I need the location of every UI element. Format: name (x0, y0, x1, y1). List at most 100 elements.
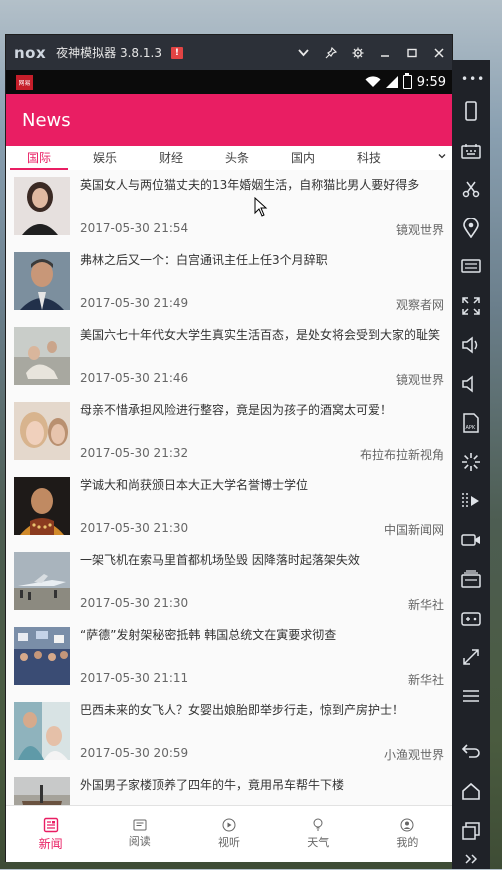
news-source: 镜观世界 (395, 373, 444, 387)
news-source: 镜观世界 (395, 223, 444, 237)
gamepad-icon[interactable] (460, 607, 482, 629)
recent-apps-icon[interactable] (460, 820, 482, 842)
news-thumbnail (14, 402, 70, 460)
resize-icon[interactable] (460, 646, 482, 668)
warning-badge[interactable]: ! (170, 46, 183, 59)
mouse-cursor-icon (254, 197, 268, 217)
list-item[interactable]: 学诚大和尚获颁日本大正大学名誉博士学位 2017-05-30 21:30 中国新… (6, 470, 452, 545)
category-tabs: 国际 娱乐 财经 头条 国内 科技 (6, 146, 452, 171)
news-thumbnail (14, 252, 70, 310)
news-source: 观察者网 (395, 298, 444, 312)
nav-label: 天气 (307, 836, 330, 849)
battery-icon (402, 73, 412, 89)
weather-icon (313, 818, 323, 831)
phone-icon[interactable] (460, 100, 482, 122)
nav-label: 我的 (396, 836, 419, 849)
nav-label: 阅读 (128, 835, 151, 848)
tab-domestic[interactable]: 国内 (270, 146, 336, 170)
play-icon (222, 818, 236, 832)
list-item[interactable]: 美国六七十年代女大学生真实生活百态，是处女将会受到大家的耻笑 2017-05-3… (6, 320, 452, 395)
video-record-icon[interactable] (460, 529, 482, 551)
news-title: 弗林之后又一个：白宫通讯主任上任3个月辞职 (80, 253, 328, 267)
more-icon[interactable]: ••• (461, 72, 485, 86)
close-icon[interactable] (425, 35, 452, 70)
news-thumbnail (14, 627, 70, 685)
profile-icon (400, 818, 414, 832)
loading-icon[interactable] (460, 451, 482, 473)
news-icon (43, 817, 58, 832)
minimize-icon[interactable] (371, 35, 398, 70)
bottom-navigation: 新闻 阅读 视听 天气 我的 (6, 805, 452, 862)
news-thumbnail (14, 177, 70, 235)
wifi-icon (365, 76, 381, 87)
news-title: 巴西未来的女飞人？女婴出娘胎即举步行走，惊到产房护士！ (80, 703, 405, 717)
news-title: 母亲不惜承担风险进行整容，竟是因为孩子的酒窝太可爱！ (80, 403, 393, 417)
volume-down-icon[interactable] (460, 373, 482, 395)
news-thumbnail (14, 327, 70, 385)
svg-text:APK: APK (466, 425, 476, 431)
nox-logo: nox (14, 43, 47, 62)
expand-icon[interactable] (460, 848, 482, 870)
news-time: 2017-05-30 21:49 (80, 296, 189, 310)
pin-icon[interactable] (317, 35, 344, 70)
news-source: 新华社 (407, 673, 444, 687)
nav-video[interactable]: 视听 (184, 806, 273, 862)
news-time: 2017-05-30 21:46 (80, 371, 189, 385)
news-source: 新华社 (407, 598, 444, 612)
nav-news[interactable]: 新闻 (6, 806, 95, 862)
location-icon[interactable] (460, 217, 482, 239)
home-icon[interactable] (460, 780, 482, 802)
news-time: 2017-05-30 21:11 (80, 671, 189, 685)
list-item[interactable]: 英国女人与两位猫丈夫的13年婚姻生活，自称猫比男人要好得多 2017-05-30… (6, 170, 452, 245)
list-item[interactable]: “萨德”发射架秘密抵韩 韩国总统文在寅要求彻查 2017-05-30 21:11… (6, 620, 452, 695)
screen-icon[interactable] (460, 256, 482, 278)
macro-icon[interactable] (460, 490, 482, 512)
menu-icon[interactable] (460, 685, 482, 707)
scissors-icon[interactable] (460, 178, 482, 200)
chevron-down-icon[interactable] (290, 35, 317, 70)
tab-technology[interactable]: 科技 (336, 146, 402, 170)
app-title: News (22, 109, 71, 131)
list-item[interactable]: 巴西未来的女飞人？女婴出娘胎即举步行走，惊到产房护士！ 2017-05-30 2… (6, 695, 452, 770)
news-thumbnail (14, 552, 70, 610)
multi-instance-icon[interactable] (460, 568, 482, 590)
news-title: “萨德”发射架秘密抵韩 韩国总统文在寅要求彻查 (80, 628, 337, 642)
nav-profile[interactable]: 我的 (363, 806, 452, 862)
list-item[interactable]: 母亲不惜承担风险进行整容，竟是因为孩子的酒窝太可爱！ 2017-05-30 21… (6, 395, 452, 470)
list-item[interactable]: 外国男子家楼顶养了四年的牛，竟用吊车帮牛下楼 (6, 770, 452, 805)
app-bar: News (6, 94, 452, 146)
nav-label: 新闻 (38, 836, 63, 851)
list-item[interactable]: 弗林之后又一个：白宫通讯主任上任3个月辞职 2017-05-30 21:49 观… (6, 245, 452, 320)
news-thumbnail (14, 702, 70, 760)
news-title: 学诚大和尚获颁日本大正大学名誉博士学位 (80, 478, 309, 492)
tab-entertainment[interactable]: 娱乐 (72, 146, 138, 170)
news-time: 2017-05-30 21:54 (80, 221, 189, 235)
nav-reading[interactable]: 阅读 (95, 806, 184, 862)
tab-headlines[interactable]: 头条 (204, 146, 270, 170)
news-list: 英国女人与两位猫丈夫的13年婚姻生活，自称猫比男人要好得多 2017-05-30… (6, 170, 452, 805)
news-thumbnail (14, 477, 70, 535)
news-source: 布拉布拉新视角 (359, 448, 444, 462)
news-source: 小渔观世界 (383, 748, 444, 762)
emulator-titlebar[interactable]: nox 夜神模拟器 3.8.1.3 ! (6, 35, 452, 70)
back-icon[interactable] (460, 740, 482, 762)
tab-international[interactable]: 国际 (6, 146, 72, 170)
list-item[interactable]: 一架飞机在索马里首都机场坠毁 因降落时起落架失效 2017-05-30 21:3… (6, 545, 452, 620)
news-time: 2017-05-30 21:30 (80, 521, 189, 535)
news-title: 英国女人与两位猫丈夫的13年婚姻生活，自称猫比男人要好得多 (80, 178, 420, 192)
maximize-icon[interactable] (398, 35, 425, 70)
reading-icon (133, 819, 147, 831)
keyboard-icon[interactable] (460, 140, 482, 162)
news-title: 外国男子家楼顶养了四年的牛，竟用吊车帮牛下楼 (80, 778, 345, 792)
android-status-bar: 网易 9:59 (6, 70, 452, 94)
volume-up-icon[interactable] (460, 334, 482, 356)
app-notification-icon: 网易 (16, 74, 33, 90)
nav-weather[interactable]: 天气 (274, 806, 363, 862)
gear-icon[interactable] (344, 35, 371, 70)
chevron-down-icon[interactable] (438, 152, 446, 160)
tab-finance[interactable]: 财经 (138, 146, 204, 170)
apk-install-icon[interactable]: APK (460, 412, 482, 434)
fullscreen-icon[interactable] (460, 295, 482, 317)
status-time: 9:59 (416, 74, 446, 90)
news-time: 2017-05-30 21:32 (80, 446, 189, 460)
